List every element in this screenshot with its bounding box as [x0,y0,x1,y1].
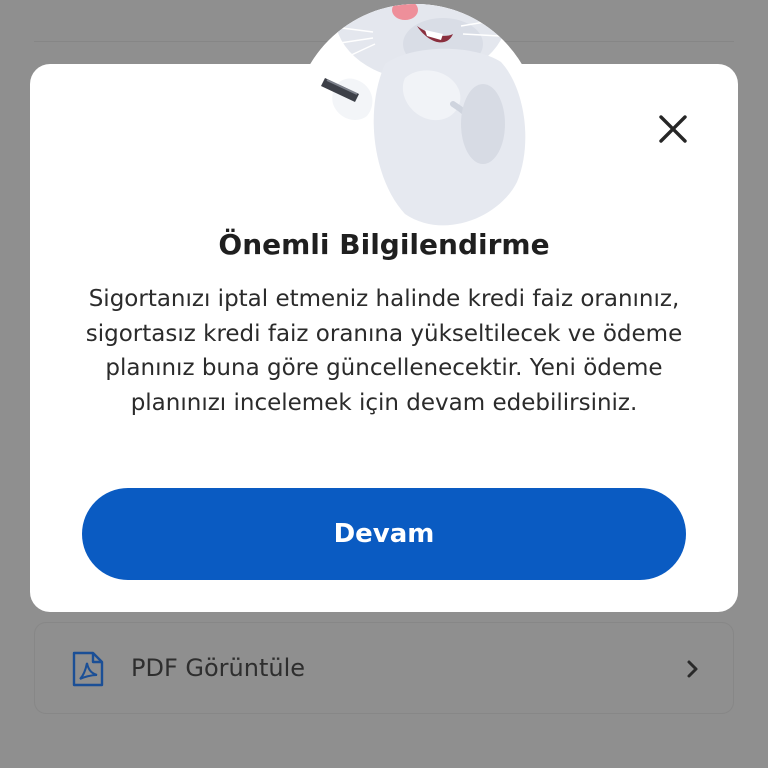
close-icon [659,115,687,143]
modal-title: Önemli Bilgilendirme [218,228,550,261]
rabbit-mascot-image [293,4,539,250]
continue-button[interactable]: Devam [82,488,686,580]
pdf-view-row[interactable]: PDF Görüntüle [34,622,734,714]
info-modal: Önemli Bilgilendirme Sigortanızı iptal e… [30,4,738,612]
pdf-file-icon [71,651,105,687]
close-button[interactable] [656,112,690,146]
pdf-view-label: PDF Görüntüle [131,654,306,682]
modal-message: Sigortanızı iptal etmeniz halinde kredi … [85,286,683,416]
chevron-right-icon [685,657,701,681]
